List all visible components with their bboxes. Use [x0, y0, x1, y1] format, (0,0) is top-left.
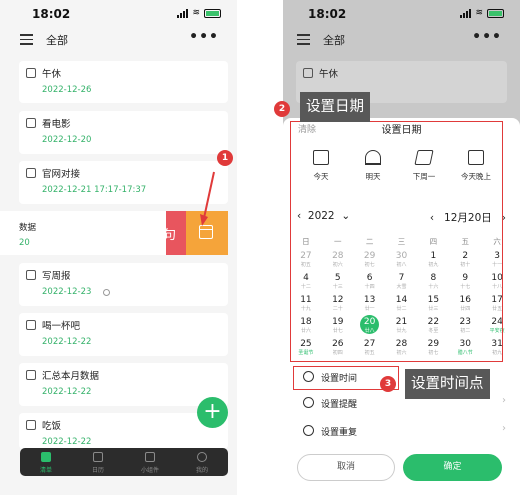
status-bar: 18:02 ≋	[283, 0, 520, 26]
task-card[interactable]: 看电影 2022-12-20	[19, 111, 228, 154]
set-date-note: 设置日期	[300, 92, 370, 122]
task-title: 数据	[19, 223, 37, 233]
wifi-icon: ≋	[475, 8, 483, 18]
task-checkbox[interactable]	[26, 168, 36, 178]
task-checkbox[interactable]	[26, 320, 36, 330]
task-title: 汇总本月数据	[42, 371, 100, 382]
confirm-button[interactable]: 确定	[403, 454, 502, 481]
checklist-icon	[41, 452, 51, 462]
widget-icon	[145, 452, 155, 462]
task-checkbox[interactable]	[26, 118, 36, 128]
task-title: 写周报	[42, 271, 71, 282]
delete-action-button[interactable]: 句	[166, 211, 186, 255]
task-checkbox[interactable]	[26, 370, 36, 380]
option-label: 设置提醒	[321, 400, 358, 410]
left-phone-screen: 18:02 ≋ 全部 ••• 午休 2022-12-26 看电影 2022-12…	[0, 0, 237, 495]
task-date: 2022-12-22	[42, 337, 92, 347]
bottom-tab-bar: 清单 日历 小组件 我的	[20, 448, 228, 476]
pointer-arrow-icon	[200, 171, 215, 226]
task-title: 看电影	[42, 119, 71, 130]
tutorial-canvas: 18:02 ≋ 全部 ••• 午休 2022-12-26 看电影 2022-12…	[0, 0, 523, 495]
swipe-action-highlight	[194, 170, 218, 230]
repeat-icon	[103, 289, 110, 296]
task-date: 2022-12-23	[42, 287, 92, 297]
task-date: 2022-12-26	[42, 85, 92, 95]
profile-icon	[197, 452, 207, 462]
list-title[interactable]: 全部	[46, 32, 68, 48]
task-card[interactable]: 吃饭 2022-12-22	[19, 413, 228, 449]
task-checkbox[interactable]	[26, 270, 36, 280]
tab-widgets[interactable]: 小组件	[124, 448, 176, 476]
task-title: 吃饭	[42, 421, 62, 432]
step-badge-3: 3	[380, 376, 396, 392]
status-time: 18:02	[308, 7, 347, 21]
cancel-button[interactable]: 取消	[297, 454, 395, 481]
menu-icon	[297, 34, 310, 48]
task-checkbox[interactable]	[26, 420, 36, 430]
signal-icon	[460, 9, 472, 18]
tab-label: 小组件	[140, 467, 159, 474]
task-title: 午休	[319, 69, 339, 80]
tab-label: 清单	[39, 467, 52, 474]
wifi-icon: ≋	[192, 8, 200, 18]
task-title: 喝一杯吧	[42, 321, 81, 332]
add-task-button[interactable]: +	[197, 397, 228, 428]
tab-label: 日历	[91, 467, 104, 474]
battery-icon	[487, 9, 504, 18]
list-header: 全部 •••	[0, 28, 237, 52]
task-card[interactable]: 写周报 2022-12-23	[19, 263, 228, 306]
tab-checklist[interactable]: 清单	[20, 448, 72, 476]
tab-label: 我的	[195, 467, 208, 474]
more-icon: •••	[472, 29, 502, 45]
signal-icon	[177, 9, 189, 18]
status-bar: 18:02 ≋	[0, 0, 237, 26]
task-date: 2022-12-20	[42, 135, 92, 145]
menu-icon[interactable]	[20, 34, 33, 48]
tab-calendar[interactable]: 日历	[72, 448, 124, 476]
task-title: 官网对接	[42, 169, 81, 180]
list-title: 全部	[323, 34, 345, 47]
alarm-icon	[303, 397, 314, 408]
battery-icon	[204, 9, 221, 18]
repeat-icon	[303, 425, 314, 436]
task-date: 2022-12-22	[42, 387, 92, 397]
step-badge-1: 1	[217, 150, 233, 166]
set-time-note: 设置时间点	[405, 369, 490, 399]
chevron-right-icon: ›	[502, 423, 506, 434]
status-time: 18:02	[32, 7, 71, 21]
status-icons: ≋	[460, 9, 504, 18]
list-header: 全部 •••	[283, 28, 520, 52]
more-icon[interactable]: •••	[189, 29, 219, 45]
delete-action-label: 句	[166, 228, 177, 243]
date-section-highlight	[290, 121, 503, 362]
task-checkbox	[303, 68, 313, 78]
step-badge-2: 2	[274, 101, 290, 117]
task-card[interactable]: 汇总本月数据 2022-12-22	[19, 363, 228, 406]
task-date: 20	[19, 238, 30, 248]
status-icons: ≋	[177, 9, 221, 18]
task-checkbox[interactable]	[26, 68, 36, 78]
calendar-icon	[93, 452, 103, 462]
chevron-right-icon: ›	[502, 395, 506, 406]
task-card[interactable]: 喝一杯吧 2022-12-22	[19, 313, 228, 356]
set-repeat-option[interactable]: 设置重复 ›	[297, 420, 506, 442]
tab-profile[interactable]: 我的	[176, 448, 228, 476]
task-title: 午休	[42, 69, 62, 80]
option-label: 设置重复	[321, 428, 358, 438]
task-card[interactable]: 午休 2022-12-26	[19, 61, 228, 103]
task-date: 2022-12-22	[42, 437, 92, 447]
task-date: 2022-12-21 17:17-17:37	[42, 185, 147, 195]
